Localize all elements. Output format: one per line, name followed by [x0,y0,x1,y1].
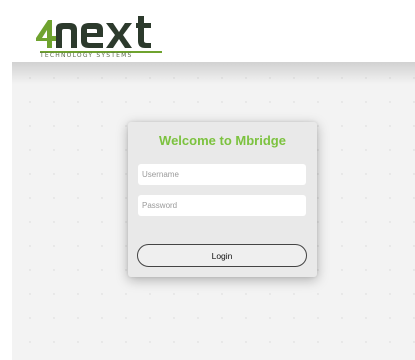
username-input[interactable] [138,164,306,185]
header-bar: TECHNOLOGY SYSTEMS [0,0,415,62]
brand-tagline: TECHNOLOGY SYSTEMS [40,52,133,59]
password-input[interactable] [138,195,306,216]
header-shadow [12,62,415,84]
login-title: Welcome to Mbridge [159,133,286,148]
login-page: TECHNOLOGY SYSTEMS Welcome to Mbridge Lo… [0,0,415,360]
login-card: Welcome to Mbridge Login [128,122,317,277]
brand-logo: TECHNOLOGY SYSTEMS [30,8,180,60]
login-button[interactable]: Login [137,244,307,267]
